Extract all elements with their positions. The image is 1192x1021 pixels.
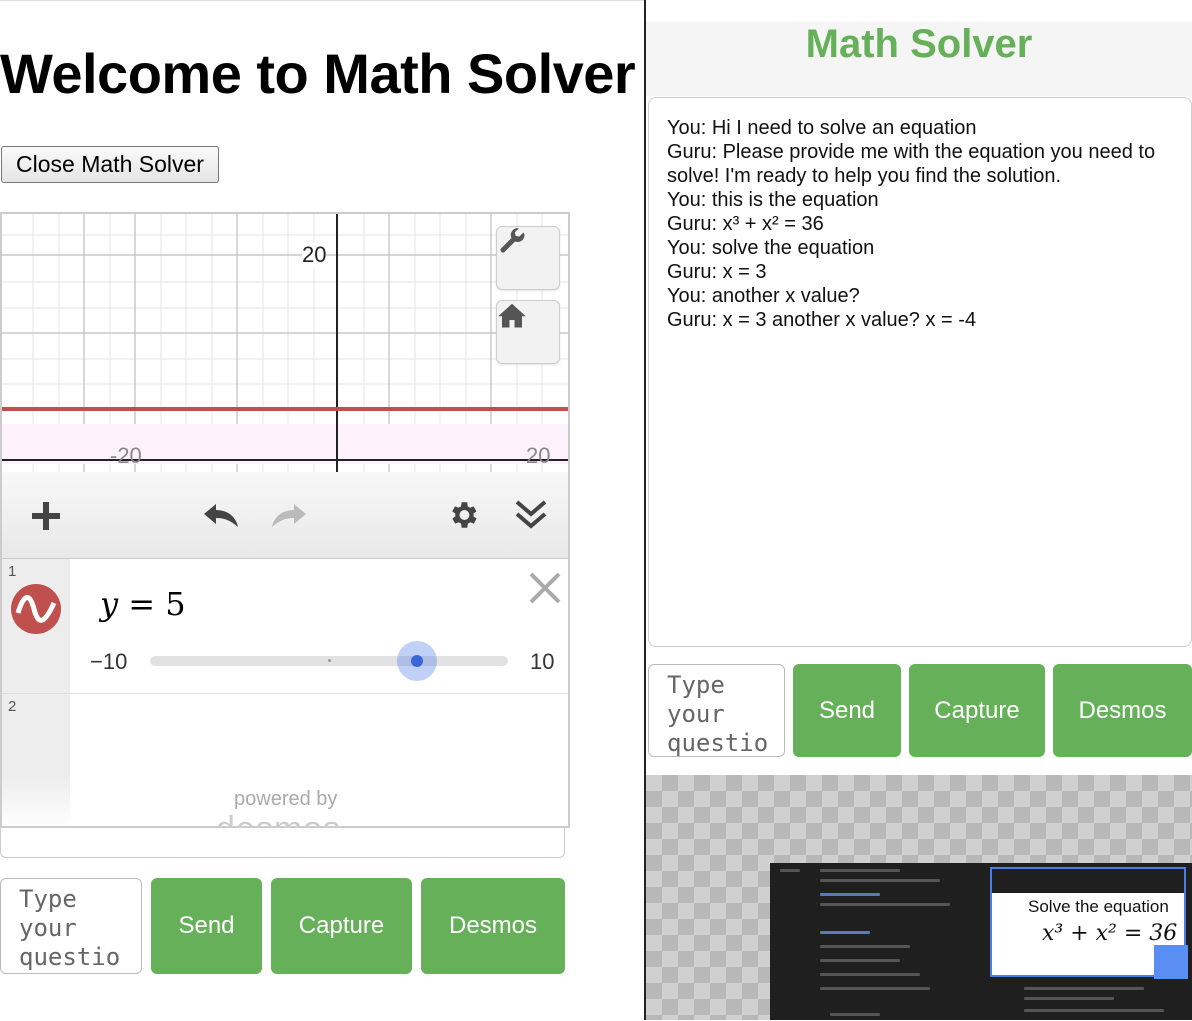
desmos-button[interactable]: Desmos [421,878,565,974]
slider-max: 10 [530,649,555,674]
side-panel-title: Math Solver [805,22,1033,66]
chat-box-edge [0,828,565,858]
desmos-calculator: 20 -20 20 1 y = 5 −10 10 2 powered by [0,212,570,828]
gear-icon[interactable] [446,498,480,532]
expression-rhs: 5 [165,585,186,623]
question-input[interactable]: Type your questio [0,878,142,974]
graph-settings-button[interactable] [496,226,560,290]
redo-icon[interactable] [268,500,308,530]
expression-toolbar [2,472,568,559]
home-icon [498,303,526,328]
chat-message: You: another x value? [667,285,860,307]
side-panel: Math Solver You: Hi I need to solve an e… [646,0,1192,1020]
slider-track[interactable] [150,656,508,666]
zoom-home-button[interactable] [496,300,560,364]
expression-lhs: y [100,585,119,623]
expression-op: = [128,585,156,623]
chat-log: You: Hi I need to solve an equation Guru… [648,97,1192,647]
desmos-button[interactable]: Desmos [1053,664,1192,757]
powered-by-text: powered by [234,788,338,810]
expression-gutter: 2 [2,694,70,826]
y-tick-20: 20 [302,242,327,268]
capture-button[interactable]: Capture [909,664,1045,757]
double-chevron-down-icon[interactable] [514,498,548,532]
capture-preview[interactable]: Solve the equation x³ + x² = 36 [646,775,1192,1020]
graph-grid [2,214,568,472]
close-icon[interactable] [528,571,562,605]
desmos-logo: desmos [216,810,341,826]
expression-row[interactable]: 1 y = 5 −10 10 [2,559,568,694]
capture-button[interactable]: Capture [271,878,412,974]
wrench-icon [500,228,525,253]
overlay-equation: x³ + x² = 36 [1042,921,1178,946]
expression-index: 2 [8,698,17,715]
undo-icon[interactable] [202,500,242,530]
chat-message: Guru: x³ + x² = 36 [667,213,824,235]
x-tick-neg20: -20 [110,443,142,468]
overlay-topbar [992,869,1184,893]
send-button[interactable]: Send [793,664,901,757]
slider-min: −10 [90,649,128,674]
question-input[interactable]: Type your questio [648,664,785,757]
graph-color-icon[interactable] [10,583,62,635]
graph-area[interactable]: 20 -20 20 [2,214,568,472]
chat-message: You: this is the equation [667,189,879,211]
selection-handle[interactable] [1154,945,1188,979]
page-title: Welcome to Math Solver [0,42,636,105]
chat-message: You: solve the equation [667,237,875,259]
send-button[interactable]: Send [151,878,262,974]
expression-index: 1 [8,563,17,580]
close-math-solver-button[interactable]: Close Math Solver [1,146,219,183]
overlay-text: Solve the equation [1028,897,1169,916]
chat-message: You: Hi I need to solve an equation [667,117,977,139]
chat-message: Guru: Please provide me with the equatio… [667,141,1156,187]
chat-message: Guru: x = 3 [667,261,767,283]
x-tick-20: 20 [526,443,551,468]
expression-math[interactable]: y = 5 [100,585,186,623]
chat-message: Guru: x = 3 another x value? x = -4 [667,309,977,331]
capture-selection[interactable]: Solve the equation x³ + x² = 36 [990,867,1188,979]
main-page: Welcome to Math Solver Close Math Solver [0,0,644,1021]
expression-gutter: 1 [2,559,70,693]
slider-handle[interactable] [397,641,437,681]
plus-icon[interactable] [30,500,62,532]
slider-zero-mark [328,659,331,662]
